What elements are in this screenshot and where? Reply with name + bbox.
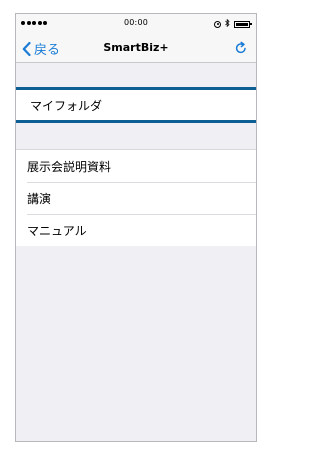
phone-screen: 00:00 戻る SmartBiz+ マイフォルダ 展示会説明資料 講演 マニュ… [15, 13, 257, 442]
orientation-lock-icon [214, 20, 221, 28]
status-bar: 00:00 [16, 14, 256, 33]
page-title: SmartBiz+ [103, 41, 169, 54]
status-icons [214, 18, 252, 29]
battery-icon [234, 20, 252, 28]
list-item-my-folder[interactable]: マイフォルダ [16, 87, 256, 123]
refresh-button[interactable] [234, 41, 248, 55]
list-item[interactable]: 講演 [16, 182, 256, 214]
page: 00:00 戻る SmartBiz+ マイフォルダ 展示会説明資料 講演 マニュ… [0, 0, 272, 458]
refresh-icon [235, 41, 246, 54]
my-folder-section: マイフォルダ [16, 87, 256, 123]
folder-list-section: 展示会説明資料 講演 マニュアル [16, 149, 256, 246]
navigation-bar: 戻る SmartBiz+ [16, 33, 256, 63]
list-item[interactable]: マニュアル [16, 214, 256, 246]
list-item[interactable]: 展示会説明資料 [16, 150, 256, 182]
content: マイフォルダ 展示会説明資料 講演 マニュアル [16, 63, 256, 246]
bluetooth-icon [225, 18, 230, 29]
